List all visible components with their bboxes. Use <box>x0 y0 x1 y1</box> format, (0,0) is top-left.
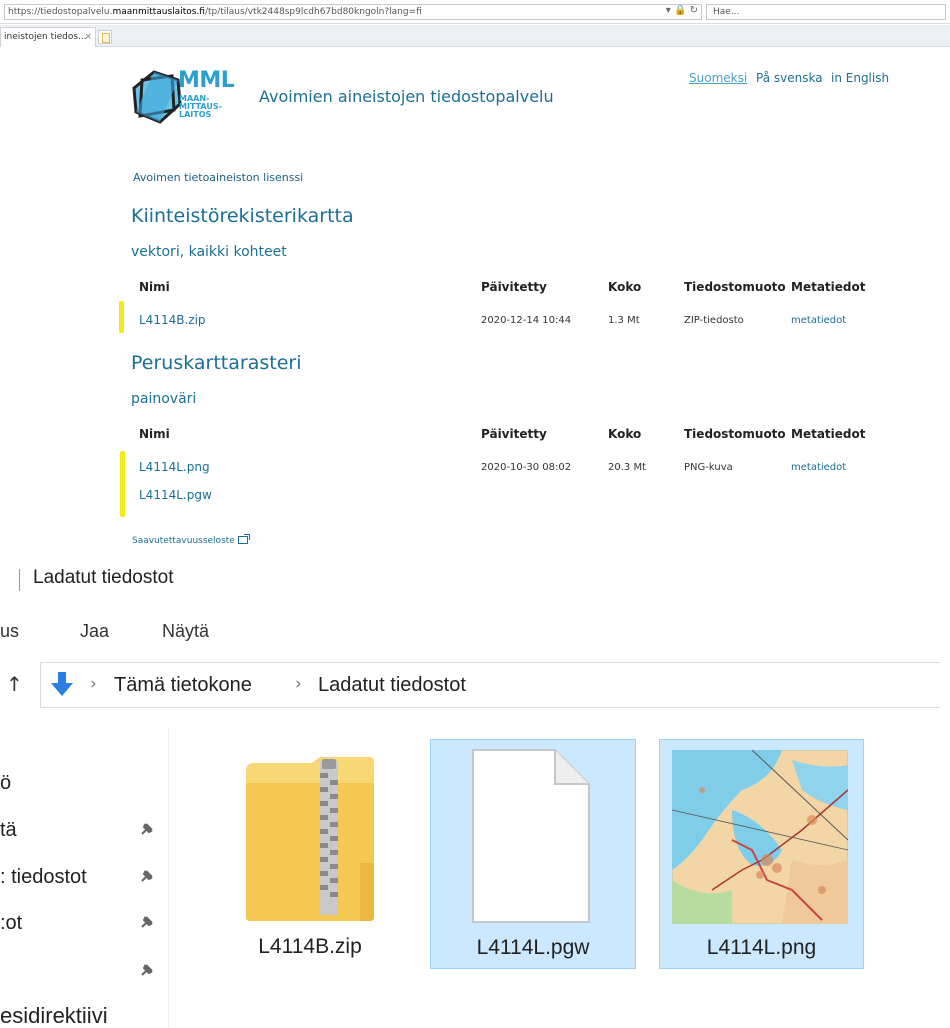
nav-item[interactable]: esidirektiivi <box>0 1003 108 1028</box>
pane-divider <box>168 728 169 1028</box>
file-name: L4114L.pgw <box>476 936 590 959</box>
file-tile-png[interactable]: L4114L.png <box>659 739 864 969</box>
file-tile-zip[interactable]: L4114B.zip <box>230 739 390 969</box>
column-header-metadata: Metatiedot <box>791 427 866 441</box>
column-header-name: Nimi <box>139 427 170 441</box>
blank-document-icon <box>472 749 590 923</box>
dropdown-icon[interactable]: ▾ <box>666 5 671 16</box>
file-updated: 2020-12-14 10:44 <box>481 315 572 326</box>
metadata-link[interactable]: metatiedot <box>791 315 846 326</box>
pin-icon[interactable] <box>138 820 156 838</box>
column-header-format: Tiedostomuoto <box>684 280 786 294</box>
nav-item[interactable]: tä <box>0 819 17 842</box>
zip-folder-icon <box>246 757 374 921</box>
external-link-icon <box>237 534 250 544</box>
ribbon-tab-share[interactable]: Jaa <box>80 621 109 642</box>
ribbon-tab-start[interactable]: us <box>0 621 19 642</box>
nav-item[interactable]: :ot <box>0 912 22 935</box>
file-download-link[interactable]: L4114L.pgw <box>139 488 212 502</box>
url-host: maanmittauslaitos.fi <box>112 7 205 17</box>
column-header-updated: Päivitetty <box>481 427 547 441</box>
column-header-metadata: Metatiedot <box>791 280 866 294</box>
column-header-name: Nimi <box>139 280 170 294</box>
mml-logo[interactable]: MML MAAN- MITTAUS- LAITOS <box>128 66 244 130</box>
column-header-size: Koko <box>608 427 642 441</box>
dataset-subtitle: painoväri <box>131 391 197 407</box>
metadata-link[interactable]: metatiedot <box>791 462 846 473</box>
file-download-link[interactable]: L4114B.zip <box>139 313 206 327</box>
browser-tab[interactable]: ineistojen tiedos... × <box>0 27 96 47</box>
column-header-size: Koko <box>608 280 642 294</box>
search-input[interactable]: Hae... <box>706 4 946 20</box>
logo-emblem-icon <box>132 70 182 124</box>
pin-icon[interactable] <box>138 913 156 931</box>
breadcrumb-chevron-icon: › <box>90 674 97 694</box>
service-title: Avoimien aineistojen tiedostopalvelu <box>259 87 554 106</box>
lang-swedish-link[interactable]: På svenska <box>756 71 823 85</box>
file-size: 20.3 Mt <box>608 462 646 473</box>
downloads-arrow-icon <box>51 672 73 696</box>
nav-item[interactable]: : tiedostot <box>0 866 87 889</box>
close-tab-icon[interactable]: × <box>84 28 92 46</box>
pin-icon[interactable] <box>138 867 156 885</box>
up-arrow-icon[interactable]: ↑ <box>6 672 23 696</box>
yellow-highlight-mark <box>120 451 125 517</box>
lang-finnish-link[interactable]: Suomeksi <box>689 71 747 85</box>
column-header-format: Tiedostomuoto <box>684 427 786 441</box>
lang-english-link[interactable]: in English <box>831 71 889 85</box>
lock-icon[interactable]: 🔒 <box>674 5 686 16</box>
breadcrumb-chevron-icon: › <box>295 674 302 694</box>
nav-item[interactable]: ö <box>0 772 11 795</box>
tab-title: ineistojen tiedos... <box>4 32 87 42</box>
accessibility-link-label: Saavutettavuusseloste <box>132 536 235 546</box>
file-format: ZIP-tiedosto <box>684 315 744 326</box>
column-header-updated: Päivitetty <box>481 280 547 294</box>
file-tile-pgw[interactable]: L4114L.pgw <box>430 739 636 969</box>
new-tab-button[interactable] <box>98 30 112 44</box>
yellow-highlight-mark <box>119 301 124 333</box>
refresh-icon[interactable]: ↻ <box>690 5 698 16</box>
url-prefix: https://tiedostopalvelu. <box>8 7 113 17</box>
breadcrumb-this-pc[interactable]: Tämä tietokone <box>114 674 252 697</box>
explorer-window-title: Ladatut tiedostot <box>33 567 174 588</box>
file-size: 1.3 Mt <box>608 315 640 326</box>
accessibility-statement-link[interactable]: Saavutettavuusseloste <box>132 534 250 546</box>
license-link[interactable]: Avoimen tietoaineiston lisenssi <box>133 171 303 184</box>
file-name: L4114B.zip <box>258 935 362 958</box>
browser-toolbar: https://tiedostopalvelu.maanmittauslaito… <box>0 0 950 24</box>
dataset-subtitle: vektori, kaikki kohteet <box>131 244 287 260</box>
dataset-title: Peruskarttarasteri <box>131 352 302 374</box>
dataset-title: Kiinteistörekisterikartta <box>131 205 354 227</box>
map-thumbnail-icon <box>672 750 848 924</box>
logo-text: MML <box>178 68 235 93</box>
logo-subtext: MAAN- MITTAUS- LAITOS <box>179 94 222 119</box>
file-download-link[interactable]: L4114L.png <box>139 460 210 474</box>
breadcrumb-downloads[interactable]: Ladatut tiedostot <box>318 674 466 697</box>
file-name: L4114L.png <box>706 936 817 959</box>
address-bar-icons: ▾ 🔒 ↻ <box>648 4 702 20</box>
url-path: /tp/tilaus/vtk2448sp9lcdh67bd80kngoln?la… <box>204 7 422 17</box>
tab-strip: ineistojen tiedos... × <box>0 25 950 47</box>
title-divider <box>19 569 20 591</box>
pin-icon[interactable] <box>138 961 156 979</box>
address-bar[interactable]: https://tiedostopalvelu.maanmittauslaito… <box>4 4 702 20</box>
file-format: PNG-kuva <box>684 462 733 473</box>
file-updated: 2020-10-30 08:02 <box>481 462 572 473</box>
ribbon-tab-view[interactable]: Näytä <box>162 621 209 642</box>
